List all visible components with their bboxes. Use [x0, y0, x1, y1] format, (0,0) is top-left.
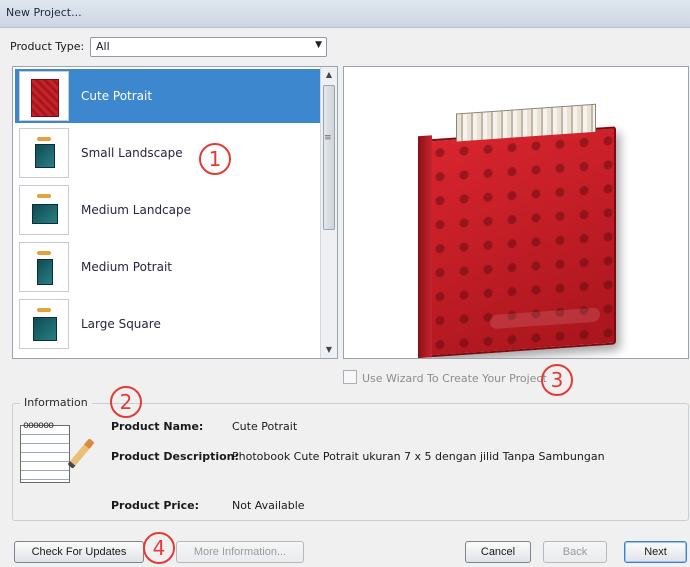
product-item-small-landscape[interactable]: Small Landscape — [15, 126, 320, 180]
product-list[interactable]: Cute Potrait Small Landscape Medium Land… — [12, 66, 338, 359]
product-item-cute-potrait[interactable]: Cute Potrait — [15, 69, 320, 123]
product-item-label: Cute Potrait — [81, 89, 153, 103]
next-button[interactable]: Next — [624, 541, 687, 563]
window-title: New Project... — [6, 6, 82, 19]
product-name-label: Product Name: — [111, 420, 204, 433]
chevron-down-icon[interactable]: ▼ — [315, 40, 322, 50]
product-item-label: Medium Potrait — [81, 260, 172, 274]
cancel-button[interactable]: Cancel — [465, 541, 531, 563]
annotation-marker-4: 4 — [143, 532, 175, 564]
annotation-marker-3: 3 — [541, 364, 573, 396]
annotation-marker-1: 1 — [199, 143, 231, 175]
product-thumbnail — [19, 185, 69, 235]
wizard-checkbox[interactable] — [343, 370, 357, 384]
product-description-label: Product Description: — [111, 450, 239, 463]
check-for-updates-button[interactable]: Check For Updates — [14, 541, 144, 563]
product-thumbnail — [19, 299, 69, 349]
product-item-medium-potrait[interactable]: Medium Potrait — [15, 240, 320, 294]
list-scrollbar[interactable]: ▲ ≡ ▼ — [320, 67, 337, 358]
product-preview — [343, 66, 689, 359]
product-type-label: Product Type: — [10, 40, 85, 53]
product-price-value: Not Available — [232, 499, 305, 512]
scrollbar-thumb[interactable] — [323, 85, 335, 230]
product-name-value: Cute Potrait — [232, 420, 298, 433]
product-item-label: Small Landscape — [81, 146, 183, 160]
wizard-checkbox-label: Use Wizard To Create Your Project — [362, 372, 547, 385]
more-information-button[interactable]: More Information... — [176, 541, 304, 563]
notepad-icon: oooooo — [20, 420, 70, 483]
product-price-label: Product Price: — [111, 499, 199, 512]
annotation-marker-2: 2 — [110, 386, 142, 418]
brand-logo-icon — [490, 307, 600, 330]
scroll-down-arrow-icon[interactable]: ▼ — [321, 342, 337, 358]
product-item-medium-landcape[interactable]: Medium Landcape — [15, 183, 320, 237]
product-thumbnail — [19, 128, 69, 178]
scroll-up-arrow-icon[interactable]: ▲ — [321, 67, 337, 83]
back-button[interactable]: Back — [543, 541, 607, 563]
product-description-value: Photobook Cute Potrait ukuran 7 x 5 deng… — [232, 450, 605, 463]
product-item-label: Large Square — [81, 317, 161, 331]
grip-icon: ≡ — [324, 133, 332, 143]
product-thumbnail — [19, 71, 69, 121]
product-item-large-square[interactable]: Large Square — [15, 297, 320, 351]
product-type-value: All — [96, 40, 110, 53]
product-type-select[interactable]: All ▼ — [90, 37, 327, 57]
window-titlebar: New Project... — [0, 0, 690, 28]
photobook-preview-image — [418, 103, 616, 358]
information-title: Information — [20, 396, 92, 409]
product-thumbnail — [19, 242, 69, 292]
product-item-label: Medium Landcape — [81, 203, 192, 217]
